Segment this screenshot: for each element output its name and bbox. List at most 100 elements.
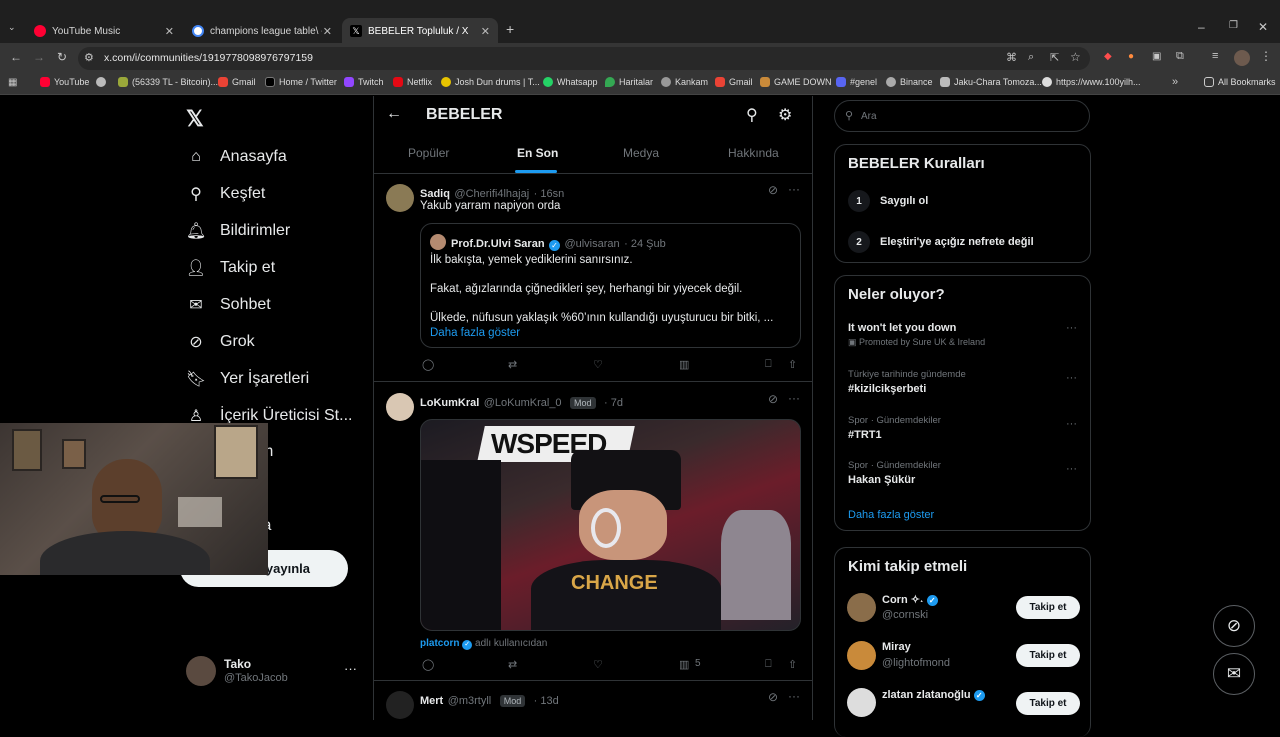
bookmark-jaku-chara[interactable]: Jaku-Chara Tomoza... [940,77,1042,87]
bookmark-gmail[interactable]: Gmail [218,77,256,87]
apps-grid-icon[interactable]: ▦ [8,77,17,88]
close-icon[interactable]: ✕ [165,25,174,38]
grok-fab-icon[interactable]: ⊘ [1213,605,1255,647]
rule-text[interactable]: Eleştiri'ye açığız nefrete değil [880,236,1034,248]
bookmark-kankam[interactable]: Kankam [661,77,708,87]
extension-icon[interactable]: ◆ [1104,51,1112,62]
x-logo-icon[interactable]: 𝕏 [186,106,204,132]
show-more-link[interactable]: Daha fazla göster [430,327,520,339]
browser-profile-avatar[interactable] [1234,50,1250,66]
back-arrow-icon[interactable]: ← [386,105,402,123]
suggested-user-name[interactable]: Corn ✧˖ ✓ [882,593,938,606]
share-icon[interactable]: ⇧ [788,358,797,371]
account-switcher[interactable]: Tako @TakoJacob ··· [186,656,366,690]
author-name[interactable]: Mert [420,695,443,707]
install-icon[interactable]: ⇱ [1050,51,1059,64]
search-icon[interactable]: ⚲ [746,105,758,125]
trend-item[interactable]: Türkiye tarihinde gündemde #kizilcikşerb… [848,369,1080,395]
maximize-icon[interactable]: ❐ [1229,20,1238,31]
close-icon[interactable]: ✕ [481,25,490,38]
reload-icon[interactable]: ↻ [57,50,67,64]
tab-about[interactable]: Hakkında [728,146,779,160]
extension-icon[interactable]: ▣ [1152,51,1161,62]
tweet[interactable]: LoKumKral @LoKumKral_0 Mod · 7d ⊘ ··· WS… [374,383,812,681]
nav-home[interactable]: ⌂ Anasayfa [186,147,287,167]
nav-grok[interactable]: ⊘ Grok [186,332,254,352]
timestamp[interactable]: · 16sn [534,188,565,200]
share-icon[interactable]: ⇧ [788,658,797,671]
more-bookmarks-icon[interactable]: » [1172,76,1178,88]
tab-latest[interactable]: En Son [517,146,558,160]
more-dots-icon[interactable]: ··· [1066,372,1077,384]
retweet-icon[interactable]: ⇄ [508,658,517,671]
retweet-icon[interactable]: ⇄ [508,358,517,371]
rule-text[interactable]: Saygılı ol [880,195,928,207]
grok-icon[interactable]: ⊘ [768,392,778,406]
grok-icon[interactable]: ⊘ [768,183,778,197]
trend-item[interactable]: Spor · Gündemdekiler Hakan Şükür ··· [848,460,1080,486]
nav-notifications[interactable]: 🔔︎ Bildirimler [186,221,290,241]
follow-button[interactable]: Takip et [1016,692,1080,715]
forward-icon[interactable]: → [33,50,45,64]
show-more-link[interactable]: Daha fazla göster [848,509,934,521]
bookmark-josh-dun[interactable]: Josh Dun drums | T... [441,77,540,87]
extensions-puzzle-icon[interactable]: ⧉ [1176,50,1184,63]
url-text[interactable]: x.com/i/communities/1919778098976797159 [104,52,313,64]
menu-dots-icon[interactable]: ⋮ [1260,49,1272,63]
more-dots-icon[interactable]: ··· [788,391,800,405]
bookmark-bitcoin[interactable] [96,77,110,87]
bookmark-netflix[interactable]: Netflix [393,77,432,87]
timestamp[interactable]: · 13d [534,695,559,707]
trend-item[interactable]: It won't let you down ▣ Promoted by Sure… [848,322,1080,348]
views-icon[interactable]: ▥ [679,658,689,671]
author-handle[interactable]: @Cherifi4lhajaj [454,188,529,200]
suggested-user-name[interactable]: zlatan zlatanoğlu ✓ [882,689,985,701]
follow-button[interactable]: Takip et [1016,596,1080,619]
trend-item[interactable]: Spor · Gündemdekiler #TRT1 ··· [848,415,1080,441]
more-dots-icon[interactable]: ··· [788,182,800,196]
timestamp[interactable]: · 7d [604,397,623,409]
bookmark-star-icon[interactable]: ☆ [1070,50,1081,64]
tab-search-icon[interactable]: ⌄ [8,22,16,33]
tab-bebeler[interactable]: 𝕏 BEBELER Topluluk / X ✕ [342,18,498,44]
tab-popular[interactable]: Popüler [408,146,449,160]
views-icon[interactable]: ▥ [679,358,689,371]
nav-follow[interactable]: 👤︎ Takip et [186,258,275,278]
bookmark-100yil[interactable]: https://www.100yilh... [1042,77,1141,87]
follow-button[interactable]: Takip et [1016,644,1080,667]
bookmark-bitcoin-tl[interactable]: (56339 TL - Bitcoin)... [118,77,218,87]
more-dots-icon[interactable]: ··· [344,661,357,676]
suggested-user-name[interactable]: Miray [882,641,911,653]
avatar[interactable] [386,691,414,719]
author-handle[interactable]: @LoKumKral_0 [484,397,562,409]
avatar[interactable] [386,184,414,212]
address-bar[interactable]: ⚙ x.com/i/communities/191977809897679715… [78,47,1090,70]
messages-fab-icon[interactable]: ✉ [1213,653,1255,695]
bookmark-twitter[interactable]: Home / Twitter [265,77,337,87]
more-dots-icon[interactable]: ··· [788,689,800,703]
nav-bookmarks[interactable]: 🔖︎ Yer İşaretleri [186,369,309,389]
minimize-icon[interactable]: – [1198,20,1205,34]
more-dots-icon[interactable]: ··· [1066,463,1077,475]
nav-messages[interactable]: ✉ Sohbet [186,295,270,315]
avatar[interactable] [386,393,414,421]
bookmark-icon[interactable]: ⎕ [765,358,772,371]
bookmark-whatsapp[interactable]: Whatsapp [543,77,598,87]
bookmark-gmail-2[interactable]: Gmail [715,77,753,87]
avatar[interactable] [847,688,876,717]
avatar[interactable] [847,593,876,622]
more-dots-icon[interactable]: ··· [1066,418,1077,430]
tab-champions-league[interactable]: champions league table\ - Goo ✕ [184,18,340,44]
reply-icon[interactable]: ◯ [422,358,434,371]
source-user[interactable]: platcorn [420,638,459,649]
gear-icon[interactable]: ⚙ [778,105,792,125]
tweet[interactable]: Sadiq @Cherifi4lhajaj · 16sn ⊘ ··· Yakub… [374,175,812,382]
tab-youtube-music[interactable]: YouTube Music ✕ [26,18,182,44]
like-icon[interactable]: ♡ [593,658,603,671]
author-handle[interactable]: @m3rtyll [448,695,492,707]
more-dots-icon[interactable]: ··· [1066,322,1077,334]
extension-icon[interactable]: ● [1128,51,1134,62]
bookmark-game-down[interactable]: GAME DOWN [760,77,832,87]
like-icon[interactable]: ♡ [593,358,603,371]
zoom-icon[interactable]: ⌕ [1028,51,1034,64]
